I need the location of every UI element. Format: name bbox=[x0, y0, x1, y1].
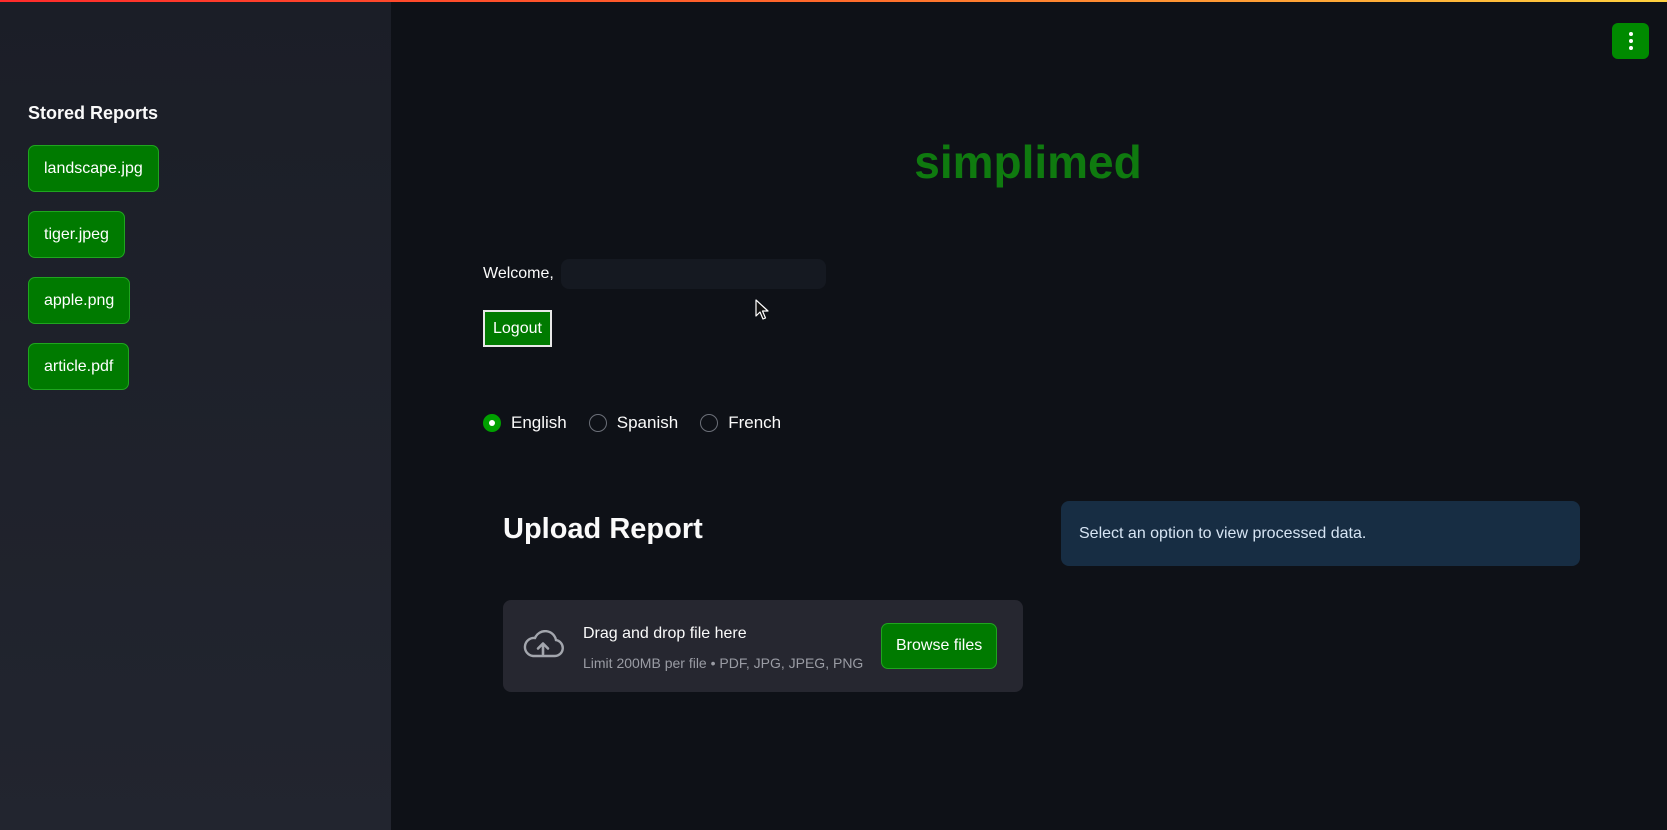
radio-french[interactable] bbox=[700, 414, 719, 432]
language-label-english: English bbox=[511, 413, 567, 432]
dropzone-title: Drag and drop file here bbox=[583, 625, 747, 642]
report-button-tiger[interactable]: tiger.jpeg bbox=[28, 211, 125, 258]
main-menu-button[interactable] bbox=[1612, 23, 1649, 59]
report-button-article[interactable]: article.pdf bbox=[28, 343, 130, 390]
language-radio-group: English Spanish French bbox=[483, 413, 781, 433]
menu-dot bbox=[1628, 39, 1633, 43]
cloud-upload-icon bbox=[523, 630, 564, 658]
logout-button[interactable]: Logout bbox=[483, 310, 552, 347]
welcome-label: Welcome, bbox=[483, 265, 554, 282]
sidebar: Stored Reports landscape.jpg tiger.jpeg … bbox=[0, 0, 391, 830]
language-option-french[interactable]: French bbox=[700, 413, 781, 433]
report-button-apple[interactable]: apple.png bbox=[28, 277, 131, 324]
sidebar-title: Stored Reports bbox=[28, 103, 159, 123]
upload-report-title: Upload Report bbox=[503, 513, 703, 545]
dropzone-limit-text: Limit 200MB per file • PDF, JPG, JPEG, P… bbox=[583, 655, 864, 671]
language-label-spanish: Spanish bbox=[616, 413, 679, 432]
radio-spanish[interactable] bbox=[588, 414, 607, 432]
main-content: simplimed Welcome, Logout English Spanis… bbox=[391, 0, 1667, 830]
report-button-landscape[interactable]: landscape.jpg bbox=[28, 145, 159, 192]
menu-dot bbox=[1628, 46, 1633, 50]
language-label-french: French bbox=[728, 413, 782, 432]
language-option-english[interactable]: English bbox=[483, 413, 567, 433]
info-message: Select an option to view processed data. bbox=[1061, 501, 1580, 566]
browse-files-button[interactable]: Browse files bbox=[881, 623, 998, 669]
vertical-ellipsis-icon bbox=[1628, 32, 1633, 36]
file-dropzone[interactable]: Drag and drop file here Limit 200MB per … bbox=[503, 600, 1023, 692]
redacted-username bbox=[561, 259, 826, 289]
top-accent-line bbox=[0, 0, 1667, 2]
brand-title: simplimed bbox=[914, 136, 1142, 188]
radio-english[interactable] bbox=[483, 414, 501, 432]
mouse-cursor-icon bbox=[755, 299, 769, 320]
stored-reports-list: landscape.jpg tiger.jpeg apple.png artic… bbox=[28, 145, 159, 390]
language-option-spanish[interactable]: Spanish bbox=[588, 413, 679, 433]
